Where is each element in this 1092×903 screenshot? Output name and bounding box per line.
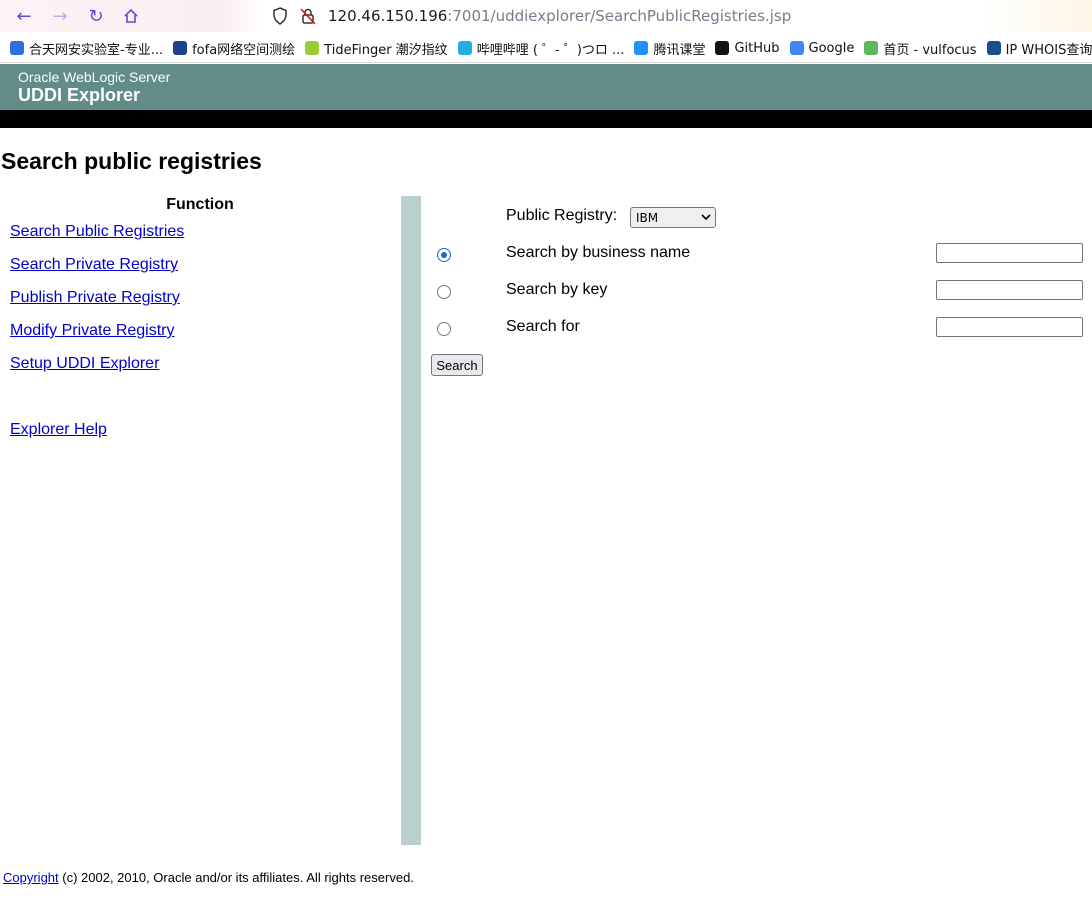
shield-icon[interactable]	[272, 7, 288, 25]
bookmark-label: GitHub	[734, 40, 780, 56]
copyright-text: (c) 2002, 2010, Oracle and/or its affili…	[58, 870, 414, 885]
radio-search-for[interactable]	[437, 322, 451, 336]
link-explorer-help[interactable]: Explorer Help	[10, 421, 107, 439]
function-heading: Function	[166, 196, 234, 213]
link-publish-private-registry[interactable]: Publish Private Registry	[10, 289, 180, 307]
bookmark-item[interactable]: IP WHOIS查询 - 站长...	[986, 39, 1092, 58]
bookmark-favicon-icon	[10, 41, 24, 55]
reload-icon[interactable]: ↻	[84, 4, 108, 28]
bookmark-item[interactable]: TideFinger 潮汐指纹	[305, 39, 448, 58]
bookmark-item[interactable]: 合天网安实验室-专业...	[10, 39, 163, 58]
radio-search-by-business-name[interactable]	[437, 248, 451, 262]
bookmarks-bar: 合天网安实验室-专业... fofa网络空间测绘 TideFinger 潮汐指纹 哔哩…	[0, 34, 1092, 63]
search-by-business-name-label: Search by business name	[506, 244, 691, 261]
bookmark-item[interactable]: 哔哩哔哩 ( ゜- ゜)つロ ...	[457, 39, 625, 58]
bookmark-label: 合天网安实验室-专业...	[29, 42, 164, 58]
bookmark-favicon-icon	[864, 41, 879, 55]
chevron-down-icon	[701, 214, 711, 221]
bookmark-item[interactable]: 腾讯课堂	[634, 39, 705, 58]
browser-toolbar: ← → ↻ 120.46.150.196:7001/uddiexplorer/S…	[0, 0, 1092, 32]
bookmark-favicon-icon	[986, 41, 1001, 55]
bookmark-favicon-icon	[634, 41, 649, 55]
bookmark-item[interactable]: fofa网络空间测绘	[173, 39, 295, 58]
public-registry-value: IBM	[636, 210, 659, 225]
bookmark-favicon-icon	[305, 41, 320, 55]
column-divider	[401, 196, 421, 845]
bookmark-label: IP WHOIS查询 - 站长...	[1005, 42, 1092, 58]
search-by-key-label: Search by key	[506, 281, 608, 298]
bookmark-label: Google	[808, 40, 855, 56]
bookmark-label: fofa网络空间测绘	[192, 42, 296, 58]
url-host: 120.46.150.196	[328, 7, 448, 25]
footer: Copyright (c) 2002, 2010, Oracle and/or …	[3, 870, 414, 885]
bookmark-item[interactable]: GitHub	[715, 40, 780, 56]
home-icon[interactable]	[119, 4, 143, 28]
key-input[interactable]	[936, 280, 1083, 300]
public-registry-select[interactable]: IBM	[630, 207, 716, 228]
link-search-private-registry[interactable]: Search Private Registry	[10, 256, 178, 274]
link-modify-private-registry[interactable]: Modify Private Registry	[10, 322, 175, 340]
header-divider	[0, 110, 1092, 128]
bookmark-item[interactable]: 首页 - vulfocus	[864, 39, 977, 58]
address-bar[interactable]: 120.46.150.196:7001/uddiexplorer/SearchP…	[262, 2, 791, 30]
back-arrow-icon[interactable]: ←	[12, 4, 36, 28]
bookmark-favicon-icon	[715, 41, 730, 55]
bookmark-item[interactable]: Google	[789, 40, 855, 56]
header-subtitle: Oracle WebLogic Server	[18, 69, 171, 85]
bookmark-label: 腾讯课堂	[653, 42, 706, 58]
bookmark-label: 首页 - vulfocus	[883, 42, 977, 58]
forward-arrow-icon[interactable]: →	[48, 4, 72, 28]
radio-search-by-key[interactable]	[437, 285, 451, 299]
search-for-label: Search for	[506, 318, 580, 335]
public-registry-label: Public Registry:	[506, 207, 618, 224]
bookmark-favicon-icon	[789, 41, 804, 55]
bookmark-label: 哔哩哔哩 ( ゜- ゜)つロ ...	[476, 42, 625, 58]
business-name-input[interactable]	[936, 243, 1083, 263]
page-title: Search public registries	[1, 148, 262, 174]
insecure-lock-icon[interactable]	[300, 7, 316, 25]
bookmark-label: TideFinger 潮汐指纹	[324, 42, 448, 58]
bookmark-favicon-icon	[457, 41, 472, 55]
copyright-link[interactable]: Copyright	[3, 870, 59, 885]
search-button[interactable]: Search	[431, 354, 483, 376]
link-setup-uddi-explorer[interactable]: Setup UDDI Explorer	[10, 355, 159, 373]
search-for-input[interactable]	[936, 317, 1083, 337]
url-path: :7001/uddiexplorer/SearchPublicRegistrie…	[447, 7, 792, 25]
header-title: UDDI Explorer	[18, 85, 141, 105]
link-search-public-registries[interactable]: Search Public Registries	[10, 223, 184, 241]
app-header: Oracle WebLogic Server UDDI Explorer	[0, 64, 1092, 110]
bookmark-favicon-icon	[173, 41, 188, 55]
